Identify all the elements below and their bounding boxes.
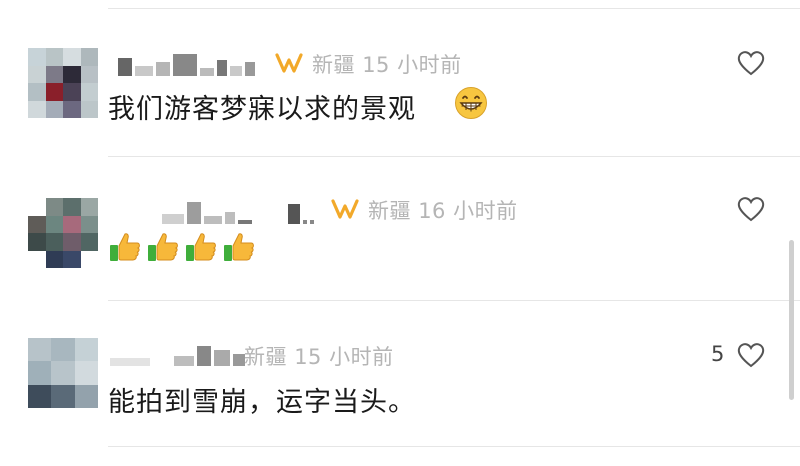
location-label: 新疆 (368, 199, 411, 223)
comment-meta: 新疆 16 小时前 (368, 195, 518, 225)
thumbs-up-emoji (186, 233, 216, 261)
avatar[interactable] (28, 338, 98, 408)
avatar[interactable] (28, 198, 98, 268)
vip-badge-icon (275, 53, 303, 73)
timestamp: 15 小时前 (362, 53, 462, 77)
emoji-row (108, 230, 256, 264)
username-redacted[interactable] (162, 198, 314, 224)
comment-text: 我们游客梦寐以求的景观 (108, 94, 416, 125)
username-redacted[interactable] (110, 340, 245, 366)
username-redacted[interactable] (118, 50, 255, 76)
location-label: 新疆 (244, 345, 287, 369)
avatar[interactable] (28, 48, 98, 118)
timestamp: 15 小时前 (294, 345, 394, 369)
thumbs-up-emoji (224, 233, 254, 261)
heart-outline-icon[interactable] (737, 342, 765, 368)
like-count: 5 (711, 342, 725, 366)
comment-item: 新疆 15 小时前 5 能拍到雪崩，运字当头。 (0, 300, 800, 450)
vip-badge-icon (331, 199, 359, 219)
scrollbar[interactable] (789, 240, 794, 400)
comment-item: 新疆 16 小时前 (0, 160, 800, 300)
comment-item: 新疆 15 小时前 我们游客梦寐以求的景观 (0, 0, 800, 160)
divider (108, 156, 800, 157)
location-label: 新疆 (312, 53, 355, 77)
divider (108, 446, 800, 447)
comment-meta: 新疆 15 小时前 (244, 341, 394, 371)
comment-meta: 新疆 15 小时前 (312, 49, 462, 79)
thumbs-up-emoji (110, 233, 140, 261)
heart-outline-icon[interactable] (737, 196, 765, 222)
heart-outline-icon[interactable] (737, 50, 765, 76)
grinning-face-emoji (455, 87, 487, 119)
thumbs-up-emoji (148, 233, 178, 261)
timestamp: 16 小时前 (418, 199, 518, 223)
comment-text: 能拍到雪崩，运字当头。 (108, 387, 416, 418)
